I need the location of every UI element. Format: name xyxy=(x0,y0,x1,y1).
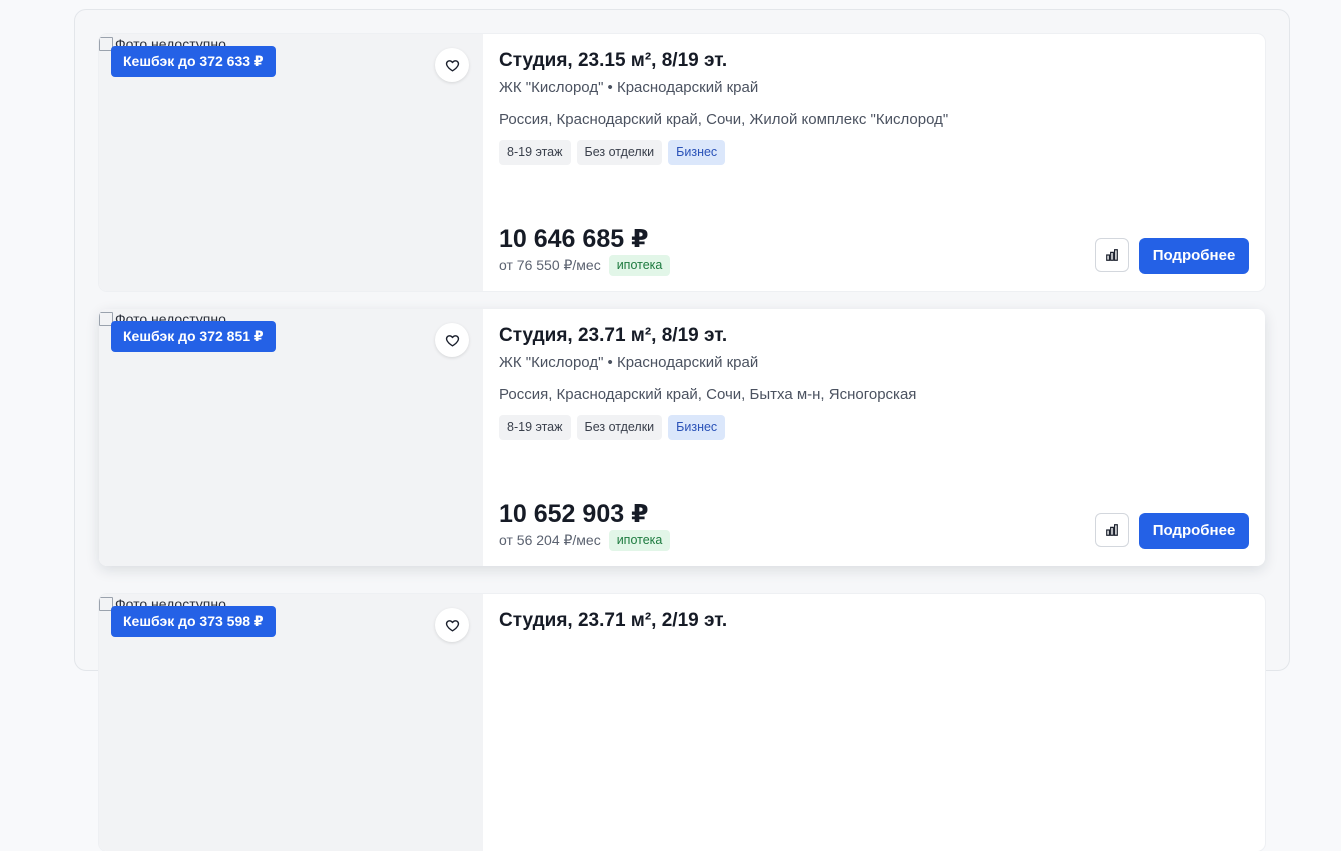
listing-subtitle: ЖК "Кислород" • Краснодарский край xyxy=(499,79,759,96)
heart-icon xyxy=(445,334,459,346)
heart-icon xyxy=(445,59,459,71)
cashback-badge: Кешбэк до 372 851 ₽ xyxy=(111,321,276,352)
mortgage-badge: ипотека xyxy=(608,255,671,276)
monthly-payment: от 76 550 ₽/мес ипотека xyxy=(499,255,671,276)
listing-photo[interactable]: Фото недоступно Кешбэк до 372 851 ₽ xyxy=(99,309,483,566)
listing-info: Студия, 23.71 м², 8/19 эт. ЖК "Кислород"… xyxy=(499,309,1265,566)
listing-photo[interactable]: Фото недоступно Кешбэк до 373 598 ₽ xyxy=(99,594,483,851)
listing-tags: 8-19 этаж Без отделки Бизнес xyxy=(499,140,726,165)
favorite-button[interactable] xyxy=(435,48,469,82)
tag-finish: Без отделки xyxy=(576,140,663,165)
monthly-payment-text: от 76 550 ₽/мес xyxy=(499,257,601,273)
tag-class: Бизнес xyxy=(668,415,726,440)
details-button[interactable]: Подробнее xyxy=(1139,513,1249,549)
listing-photo[interactable]: Фото недоступно Кешбэк до 372 633 ₽ xyxy=(99,34,483,291)
listing-title[interactable]: Студия, 23.71 м², 8/19 эт. xyxy=(499,325,727,347)
listing-card[interactable]: Фото недоступно Кешбэк до 372 633 ₽ Студ… xyxy=(99,34,1265,291)
listing-address: Россия, Краснодарский край, Сочи, Жилой … xyxy=(499,111,949,128)
listing-title[interactable]: Студия, 23.15 м², 8/19 эт. xyxy=(499,50,727,72)
compare-button[interactable] xyxy=(1095,513,1129,547)
favorite-button[interactable] xyxy=(435,323,469,357)
listing-info: Студия, 23.71 м², 2/19 эт. xyxy=(499,594,1265,851)
listing-subtitle: ЖК "Кислород" • Краснодарский край xyxy=(499,354,759,371)
listing-card[interactable]: Фото недоступно Кешбэк до 373 598 ₽ Студ… xyxy=(99,594,1265,851)
listing-card[interactable]: Фото недоступно Кешбэк до 372 851 ₽ Студ… xyxy=(99,309,1265,566)
tag-floor: 8-19 этаж xyxy=(499,415,571,440)
listing-title[interactable]: Студия, 23.71 м², 2/19 эт. xyxy=(499,610,727,632)
tag-class: Бизнес xyxy=(668,140,726,165)
heart-icon xyxy=(445,619,459,631)
listing-price: 10 646 685 ₽ xyxy=(499,225,649,253)
tag-finish: Без отделки xyxy=(576,415,663,440)
listing-tags: 8-19 этаж Без отделки Бизнес xyxy=(499,415,726,440)
monthly-payment-text: от 56 204 ₽/мес xyxy=(499,532,601,548)
listing-price: 10 652 903 ₽ xyxy=(499,500,649,528)
details-button[interactable]: Подробнее xyxy=(1139,238,1249,274)
bar-chart-icon xyxy=(1106,524,1118,536)
cashback-badge: Кешбэк до 373 598 ₽ xyxy=(111,606,276,637)
listing-address: Россия, Краснодарский край, Сочи, Бытха … xyxy=(499,386,917,403)
monthly-payment: от 56 204 ₽/мес ипотека xyxy=(499,530,671,551)
tag-floor: 8-19 этаж xyxy=(499,140,571,165)
bar-chart-icon xyxy=(1106,249,1118,261)
listing-info: Студия, 23.15 м², 8/19 эт. ЖК "Кислород"… xyxy=(499,34,1265,291)
compare-button[interactable] xyxy=(1095,238,1129,272)
favorite-button[interactable] xyxy=(435,608,469,642)
mortgage-badge: ипотека xyxy=(608,530,671,551)
cashback-badge: Кешбэк до 372 633 ₽ xyxy=(111,46,276,77)
